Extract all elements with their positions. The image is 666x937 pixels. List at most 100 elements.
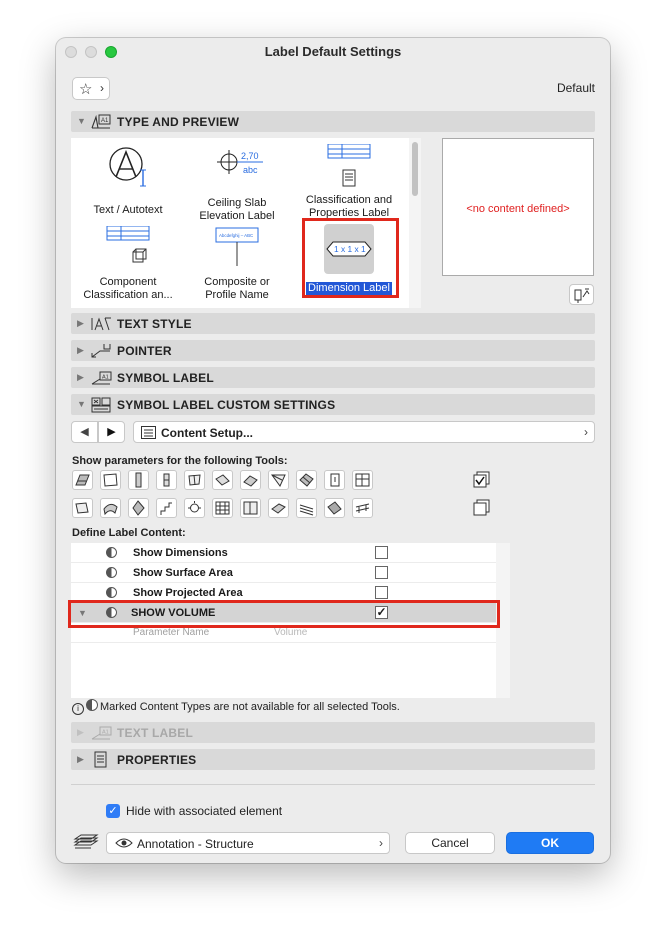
morph-tool-icon[interactable] xyxy=(72,498,93,518)
deselect-all-tools-icon[interactable] xyxy=(472,498,492,518)
gallery-item-classification-properties[interactable]: Classification and Properties Label xyxy=(292,144,406,220)
icon-text: 2,70 xyxy=(241,151,259,161)
section-label: SYMBOL LABEL xyxy=(117,371,214,385)
half-circle-icon xyxy=(106,587,117,598)
availability-note: i Marked Content Types are not available … xyxy=(72,699,400,715)
gallery-item-ceiling-slab[interactable]: 2,70 abc Ceiling Slab Elevation Label xyxy=(180,144,294,222)
disclosure-open-icon: ▼ xyxy=(77,399,86,409)
wall-tool-icon[interactable] xyxy=(72,470,93,490)
section-symbol-label[interactable]: ▶ A1 SYMBOL LABEL xyxy=(71,367,595,388)
railing-segment-tool-icon[interactable] xyxy=(296,498,317,518)
door-tool-icon[interactable] xyxy=(212,470,233,490)
scroll-thumb[interactable] xyxy=(412,142,418,196)
svg-text:A1: A1 xyxy=(102,375,109,381)
layer-dropdown[interactable]: Annotation - Structure › xyxy=(106,832,390,854)
tools-header: Show parameters for the following Tools: xyxy=(72,455,288,467)
object-tool-icon[interactable] xyxy=(240,470,261,490)
select-all-tools-icon[interactable] xyxy=(472,470,492,490)
window-tool-icon[interactable] xyxy=(184,470,205,490)
ceiling-slab-icon: 2,70 abc xyxy=(217,150,263,175)
show-projected-area-checkbox[interactable] xyxy=(375,586,388,599)
gallery-item-text-autotext[interactable]: Text / Autotext xyxy=(71,144,185,216)
icon-text: Abcdefghij – ABC xyxy=(219,233,253,238)
svg-text:A1: A1 xyxy=(102,730,109,736)
section-symbol-label-custom-settings[interactable]: ▼ SYMBOL LABEL CUSTOM SETTINGS xyxy=(71,394,595,415)
star-icon: ☆ xyxy=(79,81,93,98)
no-content-text: <no content defined> xyxy=(466,203,570,215)
prev-page-button[interactable]: ◀ xyxy=(71,421,98,443)
next-page-button[interactable]: ▶ xyxy=(98,421,125,443)
hide-with-element-checkbox[interactable]: ✓ xyxy=(106,804,120,818)
gallery-item-composite-profile-name[interactable]: Abcdefghij – ABC Composite or Profile Na… xyxy=(180,226,294,302)
define-content-header: Define Label Content: xyxy=(72,527,186,539)
beam-tool-icon[interactable] xyxy=(156,470,177,490)
half-circle-icon xyxy=(106,547,117,558)
symbol-label-icon: A1 xyxy=(91,371,112,385)
divider xyxy=(71,784,595,785)
section-label: POINTER xyxy=(117,344,172,358)
composite-profile-icon: Abcdefghij – ABC xyxy=(215,227,259,266)
zone-tool-icon[interactable] xyxy=(268,470,289,490)
highlight-box-dimension-label xyxy=(302,218,399,298)
item-label: Composite or xyxy=(204,276,270,288)
label-preview-pane: <no content defined> xyxy=(442,138,594,276)
column-tool-icon[interactable] xyxy=(128,470,149,490)
section-text-style[interactable]: ▶ TEXT STYLE xyxy=(71,313,595,334)
default-label: Default xyxy=(556,81,595,95)
item-label: Ceiling Slab xyxy=(207,197,267,209)
show-dimensions-checkbox[interactable] xyxy=(375,546,388,559)
show-surface-area-checkbox[interactable] xyxy=(375,566,388,579)
title-bar: Label Default Settings xyxy=(56,38,610,65)
chevron-right-icon: › xyxy=(379,836,383,850)
cancel-button[interactable]: Cancel xyxy=(405,832,495,854)
parameter-name-value[interactable]: Volume xyxy=(274,627,307,638)
railing-tool-icon[interactable] xyxy=(268,498,289,518)
gallery-item-component-classification[interactable]: Component Classification an... xyxy=(71,226,185,302)
lamp-tool-icon[interactable] xyxy=(184,498,205,518)
info-icon: i xyxy=(72,703,84,715)
panel-tool-icon[interactable] xyxy=(240,498,261,518)
stair-tool-icon[interactable] xyxy=(156,498,177,518)
table-row[interactable]: Show Dimensions xyxy=(71,543,510,563)
row-label: Show Surface Area xyxy=(133,567,233,579)
properties-icon xyxy=(94,751,107,768)
mesh-tool-icon[interactable] xyxy=(212,498,233,518)
curtain-door-tool-icon[interactable] xyxy=(324,470,345,490)
text-autotext-icon xyxy=(109,147,146,187)
curtain-wall-tool-icon[interactable] xyxy=(352,470,373,490)
content-setup-dropdown[interactable]: Content Setup... › xyxy=(133,421,595,443)
layers-icon xyxy=(73,834,99,849)
eye-icon xyxy=(115,838,133,848)
section-properties[interactable]: ▶ PROPERTIES xyxy=(71,749,595,770)
disclosure-closed-icon: ▶ xyxy=(77,727,84,737)
text-style-icon xyxy=(91,317,111,331)
section-type-and-preview[interactable]: ▼ A1 TYPE AND PREVIEW xyxy=(71,111,595,132)
disclosure-closed-icon: ▶ xyxy=(77,754,84,764)
preview-options-button[interactable] xyxy=(569,284,594,305)
chevron-right-icon: › xyxy=(100,81,104,95)
table-row[interactable]: Show Surface Area xyxy=(71,563,510,583)
ok-button[interactable]: OK xyxy=(506,832,594,854)
item-label: Classification an... xyxy=(83,289,173,301)
item-label: Profile Name xyxy=(205,289,269,301)
frame-tool-icon[interactable] xyxy=(324,498,345,518)
preview-settings-icon xyxy=(574,288,590,303)
section-label: TEXT LABEL xyxy=(117,726,193,740)
icon-text: abc xyxy=(243,165,258,175)
favorites-button[interactable]: ☆ › xyxy=(72,77,110,100)
slab-tool-icon[interactable] xyxy=(100,470,121,490)
svg-text:A1: A1 xyxy=(101,118,109,124)
roof-tool-icon[interactable] xyxy=(296,470,317,490)
shell-tool-icon[interactable] xyxy=(100,498,121,518)
gallery-scrollbar[interactable] xyxy=(409,138,421,308)
disclosure-open-icon: ▼ xyxy=(77,116,86,126)
section-label: SYMBOL LABEL CUSTOM SETTINGS xyxy=(117,398,336,412)
tool-icon-grid xyxy=(72,470,502,522)
disclosure-closed-icon: ▶ xyxy=(77,318,84,328)
row-label: Show Projected Area xyxy=(133,587,243,599)
section-pointer[interactable]: ▶ POINTER xyxy=(71,340,595,361)
skylight-tool-icon[interactable] xyxy=(128,498,149,518)
parameter-name-label: Parameter Name xyxy=(133,627,210,638)
section-label: TEXT STYLE xyxy=(117,317,192,331)
accessory-tool-icon[interactable] xyxy=(352,498,373,518)
